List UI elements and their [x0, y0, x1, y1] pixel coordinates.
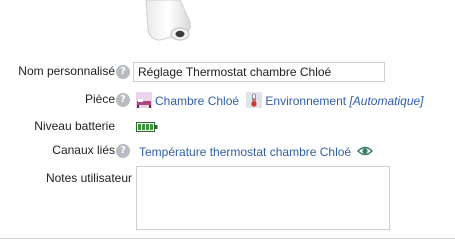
automatic-mode-text: [Automatique]: [349, 94, 424, 108]
battery-label: Niveau batterie: [34, 119, 115, 133]
channels-row: Canaux liés ? Température thermostat cha…: [0, 140, 455, 162]
custom-name-input[interactable]: [133, 62, 385, 82]
question-circle-icon[interactable]: ?: [116, 144, 130, 158]
notes-textarea[interactable]: [136, 166, 390, 230]
channels-label: Canaux liés: [52, 143, 115, 157]
custom-name-label: Nom personnalisé: [18, 64, 115, 78]
room-row: Pièce ? Chambre Chloé Environnement [Aut…: [0, 89, 455, 111]
divider: [0, 238, 455, 239]
thermometer-icon: [246, 92, 263, 108]
room-link[interactable]: Chambre Chloé: [155, 94, 239, 108]
eye-icon[interactable]: [357, 143, 374, 159]
channels-value: Température thermostat chambre Chloé: [139, 143, 376, 159]
notes-label: Notes utilisateur: [45, 171, 132, 185]
room-value: Chambre Chloé Environnement [Automatique…: [136, 92, 424, 108]
battery-row: Niveau batterie: [0, 116, 455, 138]
channel-link[interactable]: Température thermostat chambre Chloé: [139, 145, 351, 159]
environment-link[interactable]: Environnement: [265, 94, 346, 108]
question-circle-icon[interactable]: ?: [116, 93, 130, 107]
battery-icon: [136, 121, 158, 135]
device-thermostat-image: [145, 0, 191, 41]
bedroom-icon: [136, 92, 152, 108]
room-label: Pièce: [84, 92, 115, 106]
question-circle-icon[interactable]: ?: [116, 65, 130, 79]
